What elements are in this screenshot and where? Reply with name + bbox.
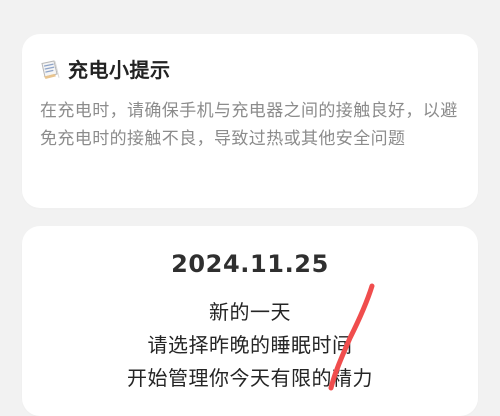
sleep-message: 新的一天 请选择昨晚的睡眠时间 开始管理你今天有限的精力 (22, 296, 478, 395)
date-label: 2024.11.25 (171, 250, 329, 278)
note-icon (38, 58, 62, 82)
tip-title: 充电小提示 (68, 58, 171, 82)
message-line-new-day: 新的一天 (209, 300, 291, 324)
sleep-prompt-card: 2024.11.25 新的一天 请选择昨晚的睡眠时间 开始管理你今天有限的精力 (22, 226, 478, 416)
tip-body: 在充电时，请确保手机与充电器之间的接触良好，以避免充电时的接触不良，导致过热或其… (40, 101, 458, 149)
tip-header: 充电小提示 (38, 58, 171, 82)
charging-tip-card: 充电小提示 在充电时，请确保手机与充电器之间的接触良好，以避免充电时的接触不良，… (22, 34, 478, 208)
message-line-select-sleep: 请选择昨晚的睡眠时间 (147, 333, 353, 357)
message-line-manage-energy: 开始管理你今天有限的精力 (127, 366, 373, 390)
